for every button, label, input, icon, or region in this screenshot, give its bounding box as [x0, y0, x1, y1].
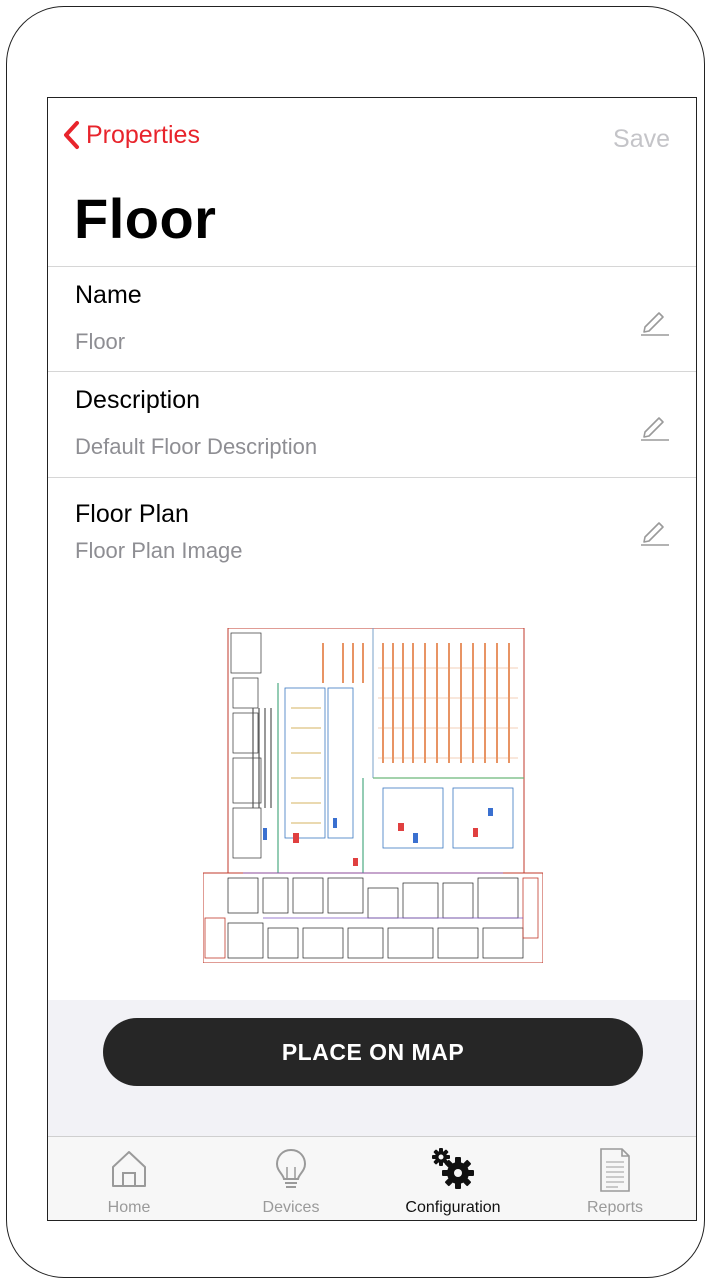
tab-home[interactable]: Home — [48, 1137, 210, 1220]
pencil-icon[interactable] — [638, 304, 670, 336]
floor-plan-value: Floor Plan Image — [75, 538, 243, 563]
place-on-map-button[interactable]: PLACE ON MAP — [103, 1018, 643, 1086]
tab-bar: Home Devices Configuration Reports — [48, 1136, 696, 1220]
back-label: Properties — [86, 120, 200, 149]
name-value: Floor — [75, 329, 126, 354]
back-button[interactable]: Properties — [62, 120, 200, 150]
name-label: Name — [75, 281, 142, 309]
home-icon — [112, 1151, 146, 1187]
description-label: Description — [75, 386, 201, 414]
floor-plan-label: Floor Plan — [75, 500, 189, 528]
tab-devices[interactable]: Devices — [210, 1137, 372, 1220]
pencil-icon[interactable] — [638, 514, 670, 546]
description-value: Default Floor Description — [75, 434, 318, 459]
page-title: Floor — [74, 187, 217, 250]
tab-label: Devices — [262, 1199, 320, 1216]
save-button[interactable]: Save — [613, 125, 670, 154]
tab-reports[interactable]: Reports — [534, 1137, 696, 1220]
tab-label: Reports — [586, 1199, 644, 1216]
chevron-left-icon — [64, 121, 79, 149]
app-screen: Properties Save Floor Name Floor Descrip… — [47, 97, 697, 1221]
tab-configuration[interactable]: Configuration — [372, 1137, 534, 1220]
tab-label: Configuration — [405, 1199, 501, 1216]
action-area: PLACE ON MAP — [48, 1000, 696, 1136]
navigation-bar: Properties Save — [48, 98, 696, 178]
description-row[interactable]: Description Default Floor Description — [48, 371, 696, 477]
document-icon — [600, 1148, 630, 1192]
floor-plan-image — [202, 627, 544, 964]
device-frame: Properties Save Floor Name Floor Descrip… — [6, 6, 705, 1278]
lightbulb-icon — [275, 1148, 307, 1188]
gears-icon — [432, 1148, 474, 1189]
pencil-icon[interactable] — [638, 409, 670, 441]
name-row[interactable]: Name Floor — [48, 266, 696, 371]
tab-label: Home — [107, 1199, 151, 1216]
